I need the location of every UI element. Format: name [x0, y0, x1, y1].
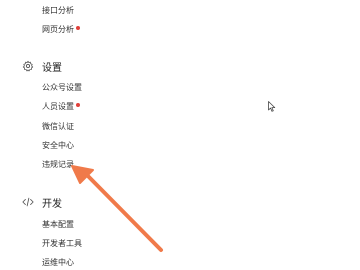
mouse-cursor-icon [268, 97, 276, 116]
sidebar-item-label: 基本配置 [42, 220, 74, 229]
sidebar-item-violation-records[interactable]: 违规记录 [42, 160, 74, 170]
section-title-settings: 设置 [42, 62, 62, 74]
sidebar-item-label: 开发者工具 [42, 239, 82, 248]
sidebar-item-basic-config[interactable]: 基本配置 [42, 220, 74, 230]
section-settings[interactable]: 设置 [22, 59, 62, 74]
sidebar-item-security-center[interactable]: 安全中心 [42, 141, 74, 151]
sidebar-item-webpage-analysis[interactable]: 网页分析 [42, 25, 80, 35]
sidebar-item-label: 微信认证 [42, 122, 74, 131]
sidebar-item-interface-analysis[interactable]: 接口分析 [42, 6, 74, 16]
sidebar-item-label: 接口分析 [42, 6, 74, 15]
sidebar-nav: 接口分析 网页分析 设置 公众号设置 人员设置 微信认证 安全中心 违规记录 开… [0, 0, 150, 270]
sidebar-item-label: 人员设置 [42, 102, 74, 111]
sidebar-item-ops-center[interactable]: 运维中心 [42, 258, 74, 268]
notification-dot [76, 26, 80, 30]
gear-icon [22, 60, 34, 72]
sidebar-item-label: 公众号设置 [42, 83, 82, 92]
sidebar-item-label: 网页分析 [42, 25, 74, 34]
sidebar-item-label: 运维中心 [42, 258, 74, 267]
code-icon [22, 196, 34, 208]
sidebar-item-wechat-verification[interactable]: 微信认证 [42, 122, 74, 132]
sidebar-item-label: 违规记录 [42, 160, 74, 169]
sidebar-item-developer-tools[interactable]: 开发者工具 [42, 239, 82, 249]
sidebar-item-official-account-settings[interactable]: 公众号设置 [42, 83, 82, 93]
section-title-dev: 开发 [42, 198, 62, 210]
notification-dot [76, 103, 80, 107]
section-dev[interactable]: 开发 [22, 195, 62, 210]
sidebar-item-label: 安全中心 [42, 141, 74, 150]
sidebar-item-personnel-settings[interactable]: 人员设置 [42, 102, 80, 112]
